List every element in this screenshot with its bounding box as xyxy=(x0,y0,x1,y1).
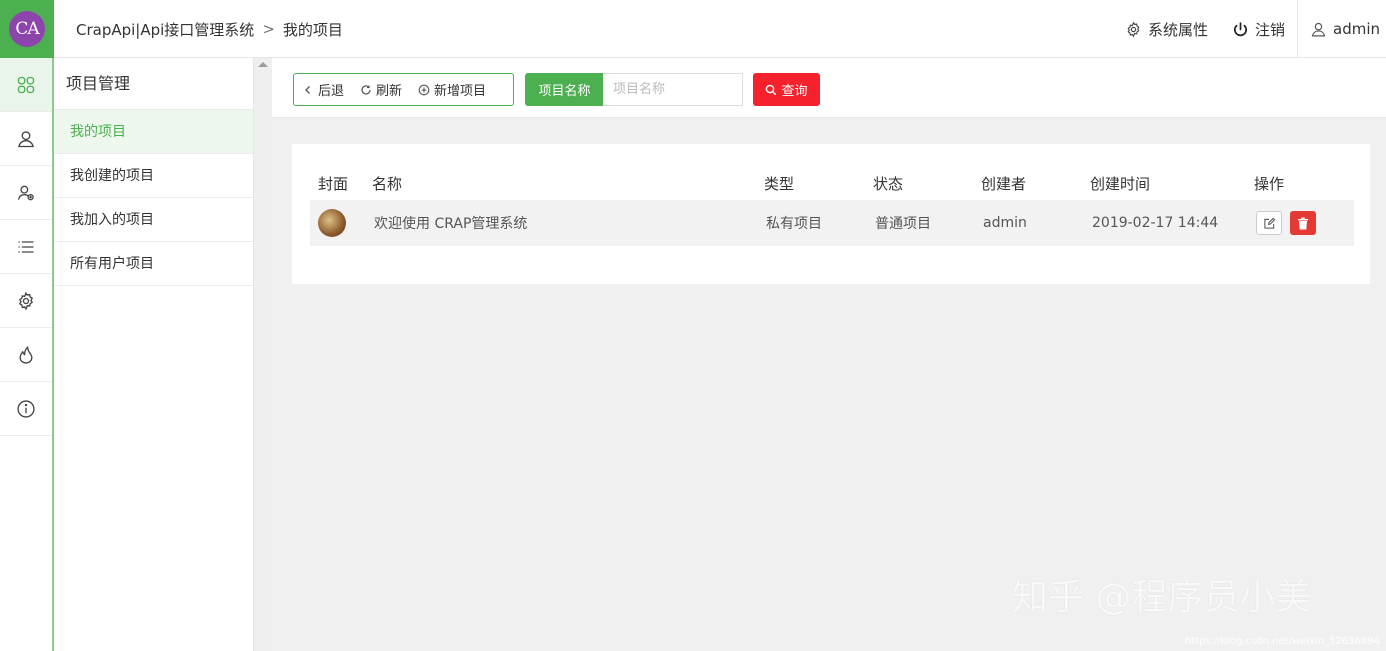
plus-circle-icon xyxy=(418,84,430,95)
project-name-search-input[interactable] xyxy=(603,73,743,106)
column-header-name: 名称 xyxy=(372,174,403,193)
add-project-label: 新增项目 xyxy=(434,84,487,99)
search-icon xyxy=(766,84,777,95)
top-header: CA CrapApi|Api接口管理系统 > 我的项目 系统属性 注销 admi… xyxy=(0,0,1386,58)
delete-button[interactable] xyxy=(1290,211,1316,235)
project-created-time: 2019-02-17 14:44 xyxy=(1092,215,1219,231)
rail-item-hot[interactable] xyxy=(0,328,52,382)
project-name[interactable]: 欢迎使用 CRAP管理系统 xyxy=(374,200,527,246)
rail-item-projects[interactable] xyxy=(0,58,52,112)
column-header-creator: 创建者 xyxy=(981,174,1027,193)
edit-icon xyxy=(1263,217,1275,229)
column-header-status: 状态 xyxy=(873,174,904,193)
back-label: 后退 xyxy=(318,84,345,99)
scroll-up-arrow-icon[interactable] xyxy=(258,62,268,67)
rail-item-settings[interactable] xyxy=(0,274,52,328)
column-header-actions: 操作 xyxy=(1254,174,1285,193)
refresh-icon xyxy=(361,84,371,95)
project-type: 私有项目 xyxy=(766,216,822,232)
gear-icon xyxy=(1127,21,1140,37)
sub-menu-item-all-projects[interactable]: 所有用户项目 xyxy=(54,242,253,286)
back-button[interactable]: 后退 xyxy=(294,74,352,105)
sub-menu-item-joined-projects[interactable]: 我加入的项目 xyxy=(54,198,253,242)
column-header-type: 类型 xyxy=(764,174,795,193)
rail-item-user-group[interactable] xyxy=(0,166,52,220)
user-name: admin xyxy=(1333,20,1380,38)
column-header-cover: 封面 xyxy=(318,174,349,193)
breadcrumb-current: 我的项目 xyxy=(282,20,343,39)
sub-menu-scrollbar[interactable] xyxy=(254,58,272,651)
header-actions: 系统属性 注销 admin xyxy=(1113,0,1386,58)
search-field-label: 项目名称 xyxy=(525,73,604,106)
system-settings-button[interactable]: 系统属性 xyxy=(1113,0,1220,58)
fire-icon xyxy=(19,345,33,364)
user-icon xyxy=(1311,22,1326,36)
list-icon xyxy=(18,240,34,253)
sub-menu: 项目管理 我的项目 我创建的项目 我加入的项目 所有用户项目 xyxy=(54,58,254,651)
power-icon xyxy=(1234,21,1247,36)
sub-menu-item-my-projects[interactable]: 我的项目 xyxy=(54,110,253,154)
toolbar-button-group: 后退 刷新 新增项目 xyxy=(293,73,514,106)
watermark-text: 知乎 @程序员小美 xyxy=(1012,577,1312,618)
logout-button[interactable]: 注销 xyxy=(1220,0,1297,58)
system-settings-label: 系统属性 xyxy=(1147,20,1208,39)
breadcrumb-root[interactable]: CrapApi|Api接口管理系统 xyxy=(76,19,254,40)
cover-cell xyxy=(318,200,346,246)
project-creator: admin xyxy=(983,215,1027,231)
user-icon xyxy=(18,130,34,147)
edit-button[interactable] xyxy=(1256,211,1282,235)
rail-item-list[interactable] xyxy=(0,220,52,274)
gear-icon xyxy=(18,291,34,310)
column-header-created: 创建时间 xyxy=(1090,174,1151,193)
apps-icon xyxy=(17,76,35,93)
rail-item-info[interactable] xyxy=(0,382,52,436)
actions-cell xyxy=(1256,200,1316,246)
table-row[interactable]: 欢迎使用 CRAP管理系统 私有项目 普通项目 admin 2019-02-17… xyxy=(310,200,1354,246)
breadcrumb: CrapApi|Api接口管理系统 > 我的项目 xyxy=(76,0,343,58)
sub-menu-title: 项目管理 xyxy=(54,58,253,110)
query-label: 查询 xyxy=(781,84,808,99)
project-cover-image xyxy=(318,209,346,237)
user-group-icon xyxy=(17,185,34,200)
logo[interactable]: CA xyxy=(0,0,54,58)
project-list-panel: 封面 名称 类型 状态 创建者 创建时间 操作 欢迎使用 CRAP管理系统 私有… xyxy=(292,144,1370,284)
logout-label: 注销 xyxy=(1254,20,1285,39)
breadcrumb-separator: > xyxy=(262,20,275,38)
refresh-button[interactable]: 刷新 xyxy=(352,74,410,105)
icon-rail xyxy=(0,58,54,651)
sub-menu-item-created-projects[interactable]: 我创建的项目 xyxy=(54,154,253,198)
rail-item-user[interactable] xyxy=(0,112,52,166)
query-button[interactable]: 查询 xyxy=(753,73,820,106)
logo-mark: CA xyxy=(9,11,45,47)
user-menu[interactable]: admin xyxy=(1297,0,1386,58)
project-status: 普通项目 xyxy=(875,216,931,232)
toolbar: 后退 刷新 新增项目 项目名称 查询 xyxy=(272,58,1386,118)
info-icon xyxy=(17,399,35,418)
watermark-url: https://blog.csdn.net/weixin_52636894 xyxy=(1184,636,1380,647)
chevron-left-icon xyxy=(305,85,310,94)
trash-icon xyxy=(1298,217,1308,229)
refresh-label: 刷新 xyxy=(376,84,403,99)
table-header: 封面 名称 类型 状态 创建者 创建时间 操作 xyxy=(310,168,1354,198)
add-project-button[interactable]: 新增项目 xyxy=(410,74,494,105)
